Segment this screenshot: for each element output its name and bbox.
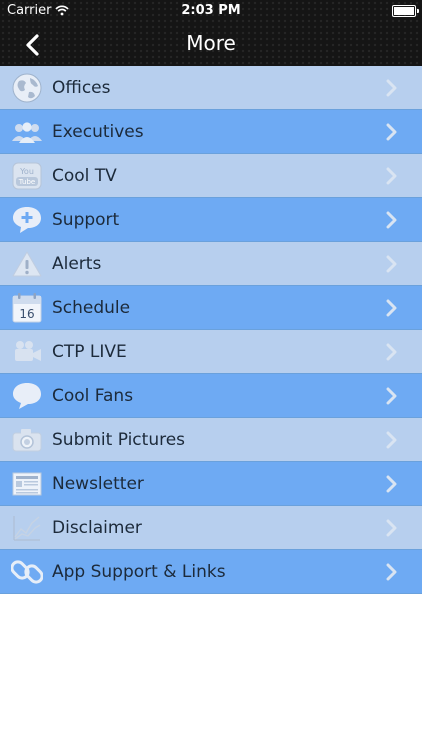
menu-item-disclaimer[interactable]: Disclaimer	[0, 506, 422, 550]
menu-item-cool-fans[interactable]: Cool Fans	[0, 374, 422, 418]
menu-item-label: Newsletter	[52, 473, 144, 494]
page-title: More	[186, 31, 236, 55]
menu-item-label: Disclaimer	[52, 517, 142, 538]
support-bubble-icon	[8, 201, 46, 239]
chevron-right-icon	[382, 431, 400, 449]
menu-item-executives[interactable]: Executives	[0, 110, 422, 154]
warning-icon	[8, 245, 46, 283]
video-camera-icon	[8, 333, 46, 371]
chevron-right-icon	[382, 343, 400, 361]
status-bar: Carrier 2:03 PM	[0, 0, 422, 22]
chevron-right-icon	[382, 387, 400, 405]
tube-icon: You Tube	[8, 157, 46, 195]
camera-icon	[8, 421, 46, 459]
speech-bubble-icon	[8, 377, 46, 415]
menu-item-offices[interactable]: Offices	[0, 66, 422, 110]
svg-text:You: You	[19, 167, 34, 176]
svg-text:16: 16	[19, 307, 34, 321]
menu-item-alerts[interactable]: Alerts	[0, 242, 422, 286]
battery-icon	[392, 5, 419, 17]
calendar-icon: 16	[8, 289, 46, 327]
people-icon	[8, 113, 46, 151]
chevron-right-icon	[382, 255, 400, 273]
menu-item-submit-pictures[interactable]: Submit Pictures	[0, 418, 422, 462]
newspaper-icon	[8, 465, 46, 503]
menu-item-label: Support	[52, 209, 120, 230]
clock: 2:03 PM	[181, 3, 241, 18]
menu-item-label: Submit Pictures	[52, 429, 186, 450]
menu-item-label: Cool Fans	[52, 385, 134, 406]
navigation-bar: More	[0, 22, 422, 66]
menu-item-schedule[interactable]: 16 Schedule	[0, 286, 422, 330]
globe-icon	[8, 69, 46, 107]
chevron-right-icon	[382, 211, 400, 229]
menu-item-label: CTP LIVE	[52, 341, 127, 362]
chevron-right-icon	[382, 519, 400, 537]
menu-item-label: Alerts	[52, 253, 102, 274]
top-bar: Carrier 2:03 PM More	[0, 0, 422, 66]
menu-item-label: Cool TV	[52, 165, 117, 186]
chevron-right-icon	[382, 123, 400, 141]
chevron-right-icon	[382, 167, 400, 185]
chevron-right-icon	[382, 475, 400, 493]
menu-item-app-support-links[interactable]: App Support & Links	[0, 550, 422, 594]
chevron-right-icon	[382, 79, 400, 97]
menu-item-newsletter[interactable]: Newsletter	[0, 462, 422, 506]
menu-item-label: Executives	[52, 121, 144, 142]
svg-text:Tube: Tube	[18, 178, 35, 186]
menu-list: Offices Executives You Tube Cool TV Supp…	[0, 66, 422, 594]
chevron-right-icon	[382, 299, 400, 317]
menu-item-label: App Support & Links	[52, 561, 226, 582]
chart-icon	[8, 509, 46, 547]
chevron-right-icon	[382, 563, 400, 581]
link-icon	[8, 553, 46, 591]
menu-item-support[interactable]: Support	[0, 198, 422, 242]
menu-item-label: Offices	[52, 77, 111, 98]
menu-item-label: Schedule	[52, 297, 131, 318]
menu-item-ctp-live[interactable]: CTP LIVE	[0, 330, 422, 374]
menu-item-cool-tv[interactable]: You Tube Cool TV	[0, 154, 422, 198]
